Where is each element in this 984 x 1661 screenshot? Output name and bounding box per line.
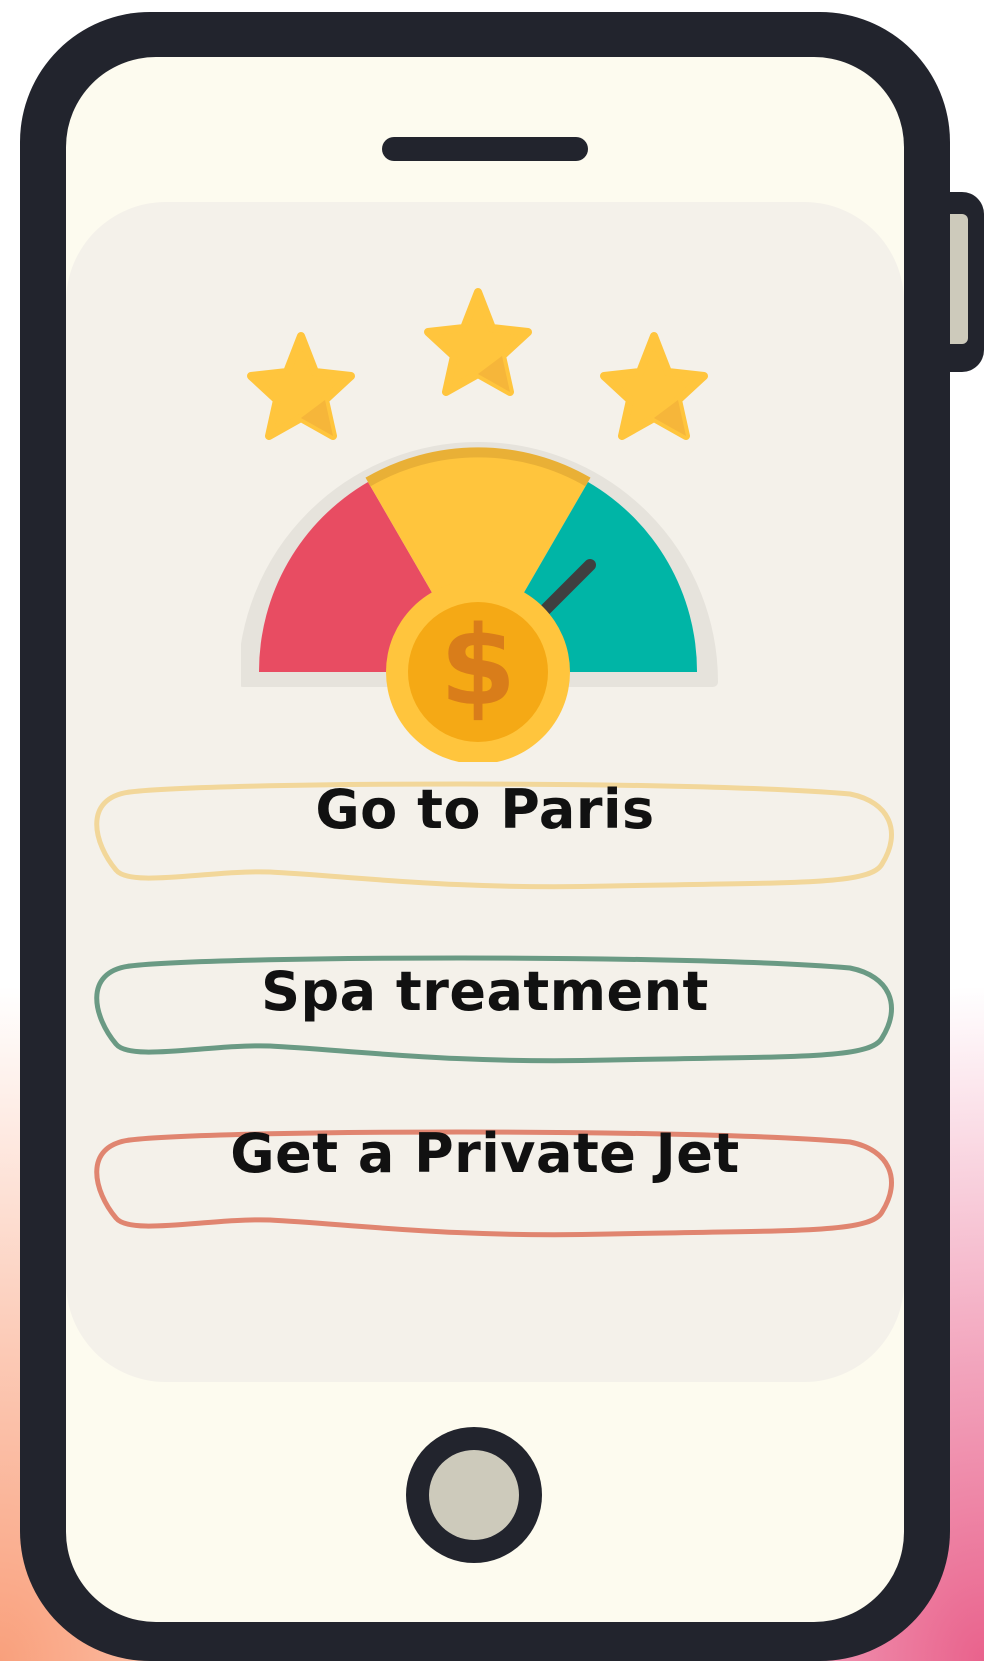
content-card: $ Go to Paris Spa treatment Get a Privat…: [66, 202, 904, 1382]
option-go-to-paris[interactable]: Go to Paris: [90, 772, 894, 892]
option-label: Spa treatment: [261, 960, 709, 1023]
option-label: Go to Paris: [315, 778, 655, 841]
option-get-a-private-jet[interactable]: Get a Private Jet: [90, 1120, 894, 1240]
home-button[interactable]: [406, 1427, 542, 1563]
option-spa-treatment[interactable]: Spa treatment: [90, 946, 894, 1066]
phone-frame: $ Go to Paris Spa treatment Get a Privat…: [20, 12, 950, 1661]
dollar-coin-icon: $: [386, 580, 570, 762]
star-icon-center: [424, 288, 532, 396]
money-gauge-illustration: $: [241, 288, 718, 762]
svg-text:$: $: [440, 602, 517, 730]
phone-screen: $ Go to Paris Spa treatment Get a Privat…: [66, 57, 904, 1622]
home-button-face: [429, 1450, 519, 1540]
star-icon-right: [600, 332, 708, 440]
option-label: Get a Private Jet: [230, 1122, 740, 1185]
star-icon-left: [247, 332, 355, 440]
speaker-grille: [382, 137, 588, 161]
